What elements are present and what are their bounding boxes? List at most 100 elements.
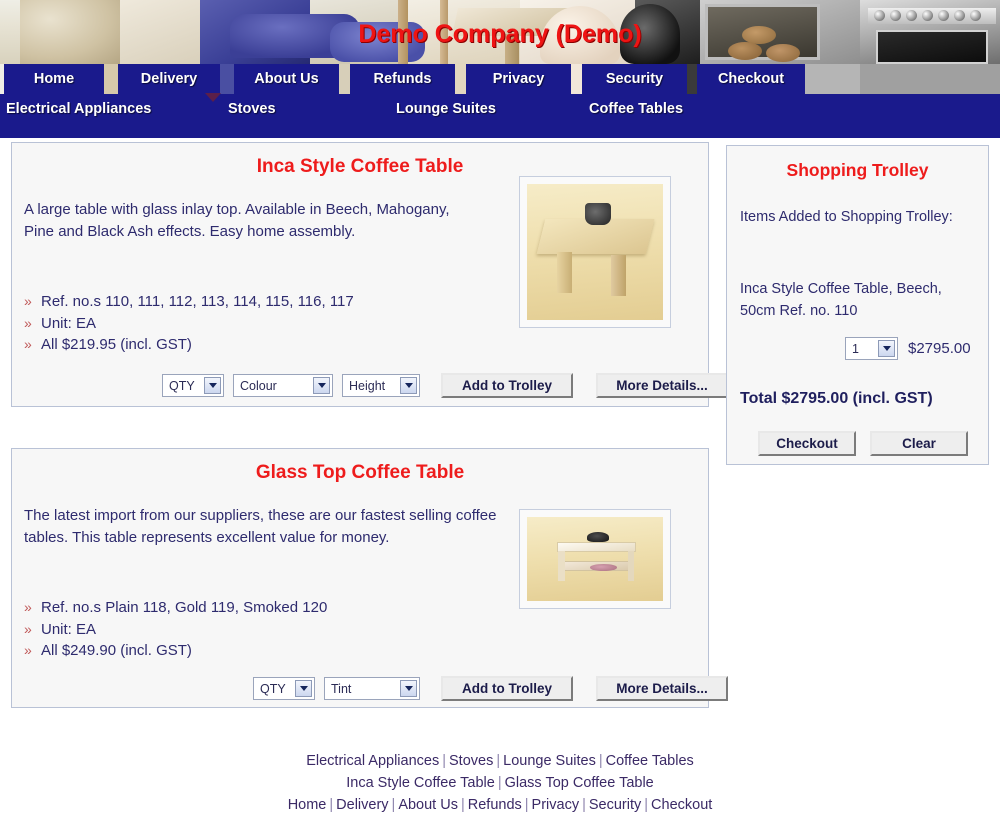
trolley-item-name: Inca Style Coffee Table, Beech, 50cm Ref… <box>740 281 942 319</box>
product-panel-glass: Glass Top Coffee Table The latest import… <box>11 448 728 708</box>
trolley-item-price: $2795.00 <box>908 340 971 357</box>
nav-subtab-lounge-suites[interactable]: Lounge Suites <box>396 97 496 121</box>
nav-tab-label: Checkout <box>717 71 785 87</box>
tint-select[interactable]: Tint <box>324 677 420 700</box>
chevron-down-icon <box>205 93 221 102</box>
footer-row-pages: Home | Delivery | About Us | Refunds | Privacy | S… <box>0 794 1000 816</box>
footer-link-glass-top-coffee-table[interactable]: Glass Top Coffee Table <box>505 775 654 791</box>
footer-separator: | <box>582 797 586 813</box>
product-title: Inca Style Coffee Table <box>256 156 464 177</box>
spec-text: All $249.90 (incl. GST) <box>41 642 192 659</box>
list-item: » All $249.90 (incl. GST) <box>24 640 494 662</box>
nav-tab-privacy[interactable]: Privacy <box>466 64 571 94</box>
footer-link-inca-style-coffee-table[interactable]: Inca Style Coffee Table <box>346 775 495 791</box>
product-title: Glass Top Coffee Table <box>255 462 465 483</box>
product-image <box>519 509 671 609</box>
footer-separator: | <box>524 797 529 813</box>
bullet-icon: » <box>24 642 32 658</box>
qty-select[interactable]: QTY <box>162 374 224 397</box>
nav-tab-home[interactable]: Home <box>4 64 104 94</box>
bullet-icon: » <box>24 336 32 352</box>
footer-link-about-us[interactable]: About Us <box>398 797 458 813</box>
product-spec-list: » Ref. no.s 110, 111, 112, 113, 114, 115… <box>24 291 494 356</box>
add-to-trolley-button[interactable]: Add to Trolley <box>441 373 573 398</box>
bullet-icon: » <box>24 620 32 637</box>
main-navigation: Home Delivery About Us Refunds Privacy Securi… <box>0 64 1000 138</box>
trolley-item-row: 1 $2795.00 <box>845 337 971 360</box>
nav-tab-security[interactable]: Security <box>582 64 687 94</box>
product-controls-row: QTY Colour Height Add to Trolley More De… <box>162 373 728 398</box>
site-title: Demo Company (Demo) <box>358 20 642 48</box>
footer-link-checkout[interactable]: Checkout <box>651 797 712 813</box>
checkout-button[interactable]: Checkout <box>758 431 856 456</box>
footer-links: Electrical Appliances | Stoves | Lounge Suit… <box>0 750 1000 816</box>
nav-secondary-row: Electrical Appliances Stoves Lounge Suites… <box>0 94 1000 138</box>
spec-text: All $219.95 (incl. GST) <box>41 336 192 353</box>
trolley-title: Shopping Trolley <box>786 160 929 180</box>
footer-link-privacy[interactable]: Privacy <box>532 797 580 813</box>
nav-subtab-electrical-appliances[interactable]: Electrical Appliances <box>6 97 151 121</box>
nav-tab-label: Refunds <box>373 71 432 87</box>
chevron-down-icon[interactable] <box>313 377 330 394</box>
product-image <box>519 176 671 328</box>
chevron-down-icon[interactable] <box>295 680 312 697</box>
bullet-icon: » <box>24 314 32 331</box>
footer-separator: | <box>497 775 502 791</box>
footer-link-electrical-appliances[interactable]: Electrical Appliances <box>306 753 439 769</box>
more-details-button[interactable]: More Details... <box>596 676 728 701</box>
trolley-total: Total $2795.00 (incl. GST) <box>740 390 933 407</box>
bullet-icon: » <box>24 293 32 309</box>
footer-separator: | <box>442 753 446 769</box>
nav-tab-about-us[interactable]: About Us <box>234 64 339 94</box>
list-item: » Ref. no.s Plain 118, Gold 119, Smoked … <box>24 597 494 619</box>
footer-row-categories: Electrical Appliances | Stoves | Lounge Suit… <box>0 750 1000 772</box>
chevron-down-icon[interactable] <box>400 377 417 394</box>
footer-separator: | <box>598 753 603 769</box>
footer-link-coffee-tables[interactable]: Coffee Tables <box>606 753 694 769</box>
footer-separator: | <box>391 797 396 813</box>
list-item: » Unit: EA <box>24 313 494 335</box>
nav-tab-label: Delivery <box>140 71 198 87</box>
nav-subtab-stoves[interactable]: Stoves <box>228 97 276 121</box>
spec-text: Unit: EA <box>41 620 97 638</box>
nav-tab-label: About Us <box>254 71 319 87</box>
footer-separator: | <box>496 753 501 769</box>
nav-tab-delivery[interactable]: Delivery <box>118 64 220 94</box>
nav-tab-refunds[interactable]: Refunds <box>350 64 455 94</box>
footer-separator: | <box>460 797 465 813</box>
clear-button[interactable]: Clear <box>870 431 968 456</box>
nav-tab-label: Security <box>605 71 664 87</box>
footer-separator: | <box>329 797 334 813</box>
footer-row-products: Inca Style Coffee Table | Glass Top Coffee… <box>0 772 1000 794</box>
site-banner: Demo Company (Demo) <box>0 0 1000 64</box>
footer-separator: | <box>644 797 649 813</box>
trolley-qty-select[interactable]: 1 <box>845 337 898 360</box>
chevron-down-icon[interactable] <box>400 680 417 697</box>
nav-subtab-label: Coffee Tables <box>589 101 684 117</box>
nav-subtab-coffee-tables[interactable]: Coffee Tables <box>589 97 683 121</box>
trolley-actions: Checkout Clear <box>758 431 968 456</box>
footer-link-lounge-suites[interactable]: Lounge Suites <box>503 753 596 769</box>
footer-link-security[interactable]: Security <box>589 797 641 813</box>
page-content: Inca Style Coffee Table A large table wi… <box>0 138 1000 830</box>
nav-tab-label: Home <box>33 71 75 87</box>
height-select[interactable]: Height <box>342 374 420 397</box>
chevron-down-icon[interactable] <box>878 340 895 357</box>
add-to-trolley-button[interactable]: Add to Trolley <box>441 676 573 701</box>
nav-tab-checkout[interactable]: Checkout <box>697 64 805 94</box>
footer-link-home[interactable]: Home <box>288 797 327 813</box>
chevron-down-icon[interactable] <box>204 377 221 394</box>
product-panel-inca: Inca Style Coffee Table A large table wi… <box>11 142 728 407</box>
footer-link-stoves[interactable]: Stoves <box>449 753 493 769</box>
footer-link-delivery[interactable]: Delivery <box>336 797 388 813</box>
shopping-trolley-panel: Shopping Trolley Items Added to Shopping… <box>726 145 989 465</box>
colour-select[interactable]: Colour <box>233 374 333 397</box>
footer-link-refunds[interactable]: Refunds <box>468 797 522 813</box>
product-spec-list: » Ref. no.s Plain 118, Gold 119, Smoked … <box>24 597 494 662</box>
bullet-icon: » <box>24 599 32 615</box>
more-details-button[interactable]: More Details... <box>596 373 728 398</box>
spec-text: Ref. no.s Plain 118, Gold 119, Smoked 12… <box>41 599 328 616</box>
qty-select[interactable]: QTY <box>253 677 315 700</box>
spec-text: Ref. no.s 110, 111, 112, 113, 114, 115, … <box>41 293 354 310</box>
product-description: The latest import from our suppliers, th… <box>24 507 497 546</box>
